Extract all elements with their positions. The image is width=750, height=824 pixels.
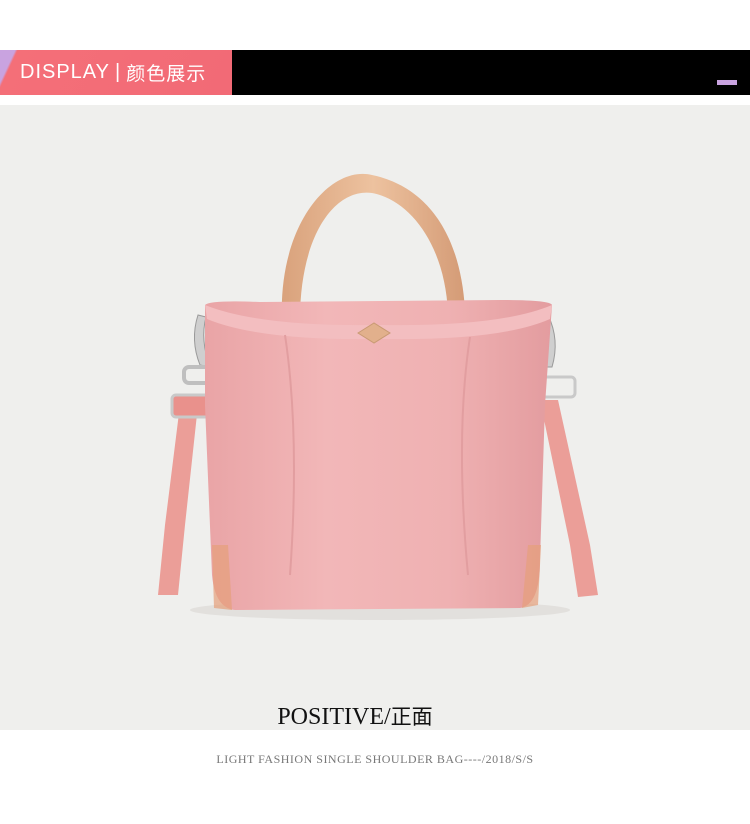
section-label-cn: 颜色展示	[126, 63, 207, 85]
view-title-cn: 正面	[390, 705, 433, 729]
view-subtitle: LIGHT FASHION SINGLE SHOULDER BAG----/20…	[216, 752, 534, 766]
section-label: DISPLAY | 颜色展示	[0, 50, 232, 95]
strap-right	[540, 400, 598, 597]
section-label-en: DISPLAY	[20, 61, 110, 83]
product-photo	[0, 105, 750, 730]
bag-body	[205, 300, 552, 610]
view-title: POSITIVE/正面	[0, 701, 710, 731]
section-label-separator: |	[115, 61, 122, 83]
pink-shoulder-bag-image	[158, 173, 598, 620]
section-banner: DISPLAY | 颜色展示	[0, 50, 750, 95]
handle-front	[281, 173, 465, 320]
banner-accent-bar	[717, 80, 737, 85]
strap-left	[158, 405, 198, 595]
view-title-en: POSITIVE/	[277, 704, 391, 730]
